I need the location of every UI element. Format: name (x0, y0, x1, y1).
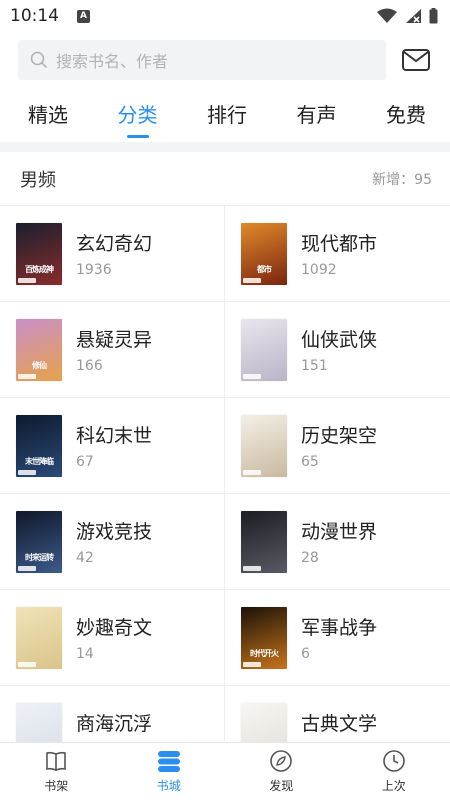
book-cover: 百炼成神 (16, 222, 62, 285)
cover-title: 末世降临 (25, 456, 54, 466)
section-header: 男频 新增：95 (0, 152, 450, 206)
category-name: 科幻末世 (76, 425, 153, 447)
status-time: 10:14 (10, 6, 59, 26)
category-count: 67 (76, 454, 94, 470)
tab-free[interactable]: 免费 (384, 99, 428, 128)
book-icon (46, 751, 67, 772)
category-tabs: 精选 分类 排行 有声 免费 (0, 88, 450, 138)
message-button[interactable] (400, 44, 432, 76)
book-cover: 修仙 (16, 318, 62, 381)
category-item[interactable]: 历史架空 65 (225, 398, 450, 494)
nav-discover[interactable]: 发现 (225, 743, 338, 800)
tab-rankings[interactable]: 排行 (205, 99, 249, 128)
category-count: 28 (301, 550, 319, 566)
category-name: 仙侠武侠 (301, 329, 378, 351)
category-grid: 百炼成神 玄幻奇幻 1936 都市 现代都市 1092 修仙 悬疑灵异 166 仙侠武侠 15… (0, 206, 450, 782)
bottom-nav: 书架 书城 发现 上次 (0, 742, 450, 800)
section-title: 男频 (20, 169, 56, 191)
category-count: 6 (301, 646, 310, 662)
tab-featured[interactable]: 精选 (26, 99, 70, 128)
battery-icon (429, 8, 438, 24)
status-left: 10:14 A (10, 6, 90, 26)
category-name: 古典文学 (301, 713, 378, 735)
category-count: 42 (76, 550, 94, 566)
category-count: 1092 (301, 262, 337, 278)
search-row: 搜索书名、作者 (0, 32, 450, 88)
mail-icon (402, 49, 430, 71)
category-item[interactable]: 动漫世界 28 (225, 494, 450, 590)
category-count: 1936 (76, 262, 112, 278)
tab-audio[interactable]: 有声 (295, 99, 339, 128)
cover-title: 时代开火 (250, 648, 279, 658)
category-count: 14 (76, 646, 94, 662)
category-count: 166 (76, 358, 103, 374)
status-right (377, 8, 438, 24)
category-name: 现代都市 (301, 233, 378, 255)
search-input[interactable]: 搜索书名、作者 (18, 40, 386, 80)
category-item[interactable]: 妙趣奇文 14 (0, 590, 225, 686)
book-cover: 时来运转 (16, 510, 62, 573)
cover-title: 都市 (257, 264, 272, 274)
category-count: 65 (301, 454, 319, 470)
category-item[interactable]: 仙侠武侠 151 (225, 302, 450, 398)
category-name: 动漫世界 (301, 521, 378, 543)
book-cover (16, 606, 62, 669)
category-item[interactable]: 修仙 悬疑灵异 166 (0, 302, 225, 398)
store-icon (157, 751, 180, 772)
category-item[interactable]: 时代开火 军事战争 6 (225, 590, 450, 686)
cover-title: 百炼成神 (25, 264, 54, 274)
status-bar: 10:14 A (0, 0, 450, 32)
compass-icon (270, 750, 293, 772)
category-name: 商海沉浮 (76, 713, 153, 735)
wifi-icon (377, 8, 397, 23)
search-placeholder: 搜索书名、作者 (56, 52, 169, 71)
clock-icon (382, 750, 405, 772)
nav-label-bookshelf: 书架 (44, 779, 69, 793)
category-name: 游戏竞技 (76, 521, 153, 543)
book-cover (241, 510, 287, 573)
category-count: 151 (301, 358, 328, 374)
section-divider (0, 142, 450, 152)
category-item[interactable]: 末世降临 科幻末世 67 (0, 398, 225, 494)
nav-recent[interactable]: 上次 (338, 743, 450, 800)
nav-bookstore[interactable]: 书城 (113, 743, 226, 800)
book-cover: 都市 (241, 222, 287, 285)
category-item[interactable]: 百炼成神 玄幻奇幻 1936 (0, 206, 225, 302)
nav-bookshelf[interactable]: 书架 (0, 743, 113, 800)
new-count-label: 新增：95 (372, 171, 432, 188)
nav-label-bookstore: 书城 (156, 779, 181, 793)
category-name: 妙趣奇文 (76, 617, 153, 639)
search-icon (30, 51, 48, 69)
book-cover: 末世降临 (16, 414, 62, 477)
tab-categories[interactable]: 分类 (116, 99, 160, 128)
signal-icon (406, 9, 421, 23)
category-name: 玄幻奇幻 (76, 233, 153, 255)
nav-label-recent: 上次 (381, 779, 406, 793)
app-notification-icon: A (77, 9, 90, 23)
category-name: 历史架空 (301, 425, 378, 447)
category-item[interactable]: 都市 现代都市 1092 (225, 206, 450, 302)
book-cover: 时代开火 (241, 606, 287, 669)
book-cover (241, 414, 287, 477)
cover-title: 时来运转 (25, 552, 54, 562)
category-name: 军事战争 (301, 617, 378, 639)
category-item[interactable]: 时来运转 游戏竞技 42 (0, 494, 225, 590)
cover-title: 修仙 (32, 360, 47, 370)
book-cover (241, 318, 287, 381)
category-name: 悬疑灵异 (76, 329, 153, 351)
nav-label-discover: 发现 (269, 779, 294, 793)
